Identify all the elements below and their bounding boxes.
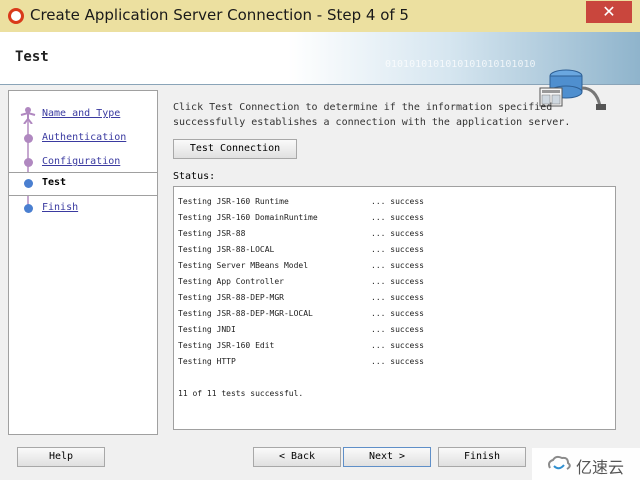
test-name: Testing Server MBeans Model bbox=[178, 261, 309, 270]
test-name: Testing JSR-88-DEP-MGR-LOCAL bbox=[178, 309, 313, 318]
step-dot-icon bbox=[24, 134, 33, 143]
step-dot-icon bbox=[24, 158, 33, 167]
step-dot-icon bbox=[24, 204, 33, 213]
status-label: Status: bbox=[173, 171, 216, 182]
step-title: Test bbox=[15, 49, 49, 65]
test-name: Testing JNDI bbox=[178, 325, 236, 334]
test-name: Testing HTTP bbox=[178, 357, 236, 366]
step-banner: Test 0101010101010101010101010 bbox=[0, 32, 640, 110]
test-result: ... success bbox=[371, 341, 424, 350]
test-result: ... success bbox=[371, 245, 424, 254]
status-log: Testing JSR-160 Runtime ... success Testi… bbox=[173, 186, 616, 430]
test-name: Testing JSR-160 DomainRuntime bbox=[178, 213, 318, 222]
test-result: ... success bbox=[371, 277, 424, 286]
nav-step-finish[interactable]: Finish bbox=[9, 198, 157, 220]
test-result: ... success bbox=[371, 261, 424, 270]
test-result: ... success bbox=[371, 229, 424, 238]
test-result: ... success bbox=[371, 213, 424, 222]
watermark-text: 亿速云 bbox=[576, 458, 625, 477]
test-name: Testing App Controller bbox=[178, 277, 284, 286]
test-connection-button[interactable]: Test Connection bbox=[173, 139, 297, 159]
test-name: Testing JSR-88 bbox=[178, 229, 246, 238]
window-title: Create Application Server Connection - S… bbox=[30, 6, 409, 24]
test-name: Testing JSR-88-DEP-MGR bbox=[178, 293, 284, 302]
test-result: ... success bbox=[371, 197, 424, 206]
person-icon bbox=[20, 107, 36, 124]
nav-step-name-and-type[interactable]: Name and Type bbox=[9, 104, 157, 126]
help-button[interactable]: Help bbox=[17, 447, 105, 467]
test-result: ... success bbox=[371, 357, 424, 366]
nav-step-label: Finish bbox=[42, 202, 79, 213]
watermark: 亿速云 bbox=[532, 448, 640, 480]
next-button[interactable]: Next > bbox=[343, 447, 431, 467]
step-dot-icon bbox=[24, 179, 33, 188]
title-bar: Create Application Server Connection - S… bbox=[0, 0, 640, 33]
nav-step-authentication[interactable]: Authentication bbox=[9, 128, 157, 150]
banner-binary-decoration: 0101010101010101010101010 bbox=[385, 59, 536, 70]
nav-step-label: Authentication bbox=[42, 132, 127, 143]
nav-step-label: Name and Type bbox=[42, 108, 121, 119]
test-result: ... success bbox=[371, 293, 424, 302]
nav-step-test[interactable]: Test bbox=[9, 172, 157, 196]
watermark-logo-icon bbox=[548, 455, 571, 470]
close-button[interactable]: ✕ bbox=[586, 1, 632, 23]
test-name: Testing JSR-160 Edit bbox=[178, 341, 275, 350]
test-result: ... success bbox=[371, 309, 424, 318]
test-result: ... success bbox=[371, 325, 424, 334]
nav-step-label: Test bbox=[42, 177, 67, 188]
app-logo-icon bbox=[8, 8, 24, 24]
instructions-text: Click Test Connection to determine if th… bbox=[173, 102, 571, 128]
wizard-step-list: Name and Type Authentication Configurati… bbox=[8, 90, 158, 435]
summary-text: 11 of 11 tests successful. bbox=[178, 389, 304, 398]
back-button[interactable]: < Back bbox=[253, 447, 341, 467]
test-name: Testing JSR-160 Runtime bbox=[178, 197, 289, 206]
test-name: Testing JSR-88-LOCAL bbox=[178, 245, 275, 254]
nav-step-configuration[interactable]: Configuration bbox=[9, 152, 157, 174]
finish-button[interactable]: Finish bbox=[438, 447, 526, 467]
nav-step-label: Configuration bbox=[42, 156, 121, 167]
